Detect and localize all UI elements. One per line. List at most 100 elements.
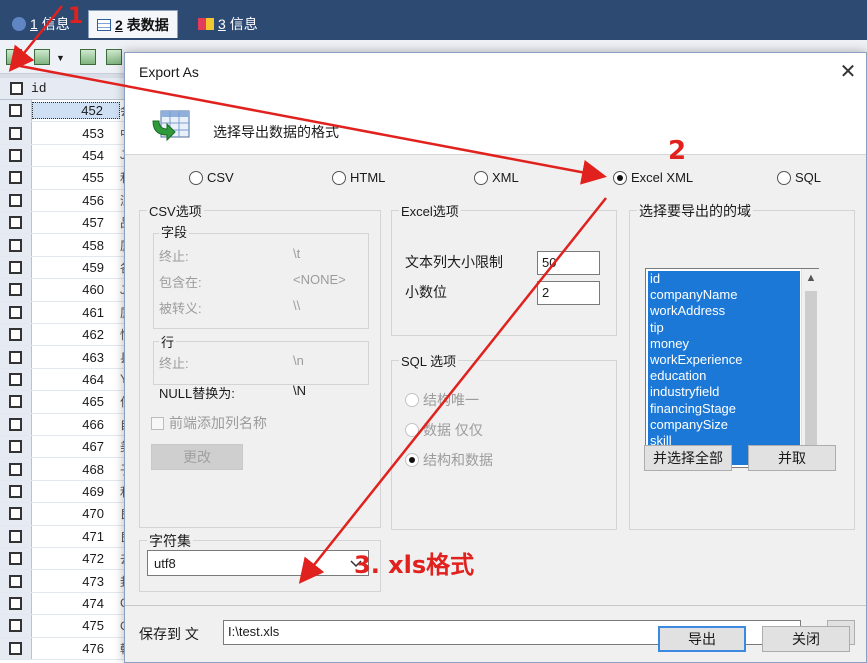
row-checkbox[interactable] (9, 372, 22, 386)
tab-info-3[interactable]: 3 信息 (190, 10, 266, 38)
field-item[interactable]: workExperience (650, 352, 743, 368)
select-all-checkbox[interactable] (10, 82, 23, 95)
row-header[interactable] (0, 144, 32, 167)
text-size-input[interactable]: 50 (537, 251, 600, 275)
cell-id[interactable]: 459 (32, 260, 120, 275)
table-row[interactable]: 454 J (0, 144, 130, 168)
radio-dot[interactable] (613, 170, 627, 185)
row-header[interactable] (0, 189, 32, 211)
row-header[interactable] (0, 615, 32, 637)
row-header[interactable] (0, 503, 32, 525)
change-button[interactable]: 更改 (151, 444, 243, 470)
dropdown-arrow-icon[interactable]: ▼ (56, 53, 65, 63)
close-button[interactable]: 关闭 (762, 626, 850, 652)
row-checkbox[interactable] (9, 283, 22, 297)
field-item[interactable]: industryfield (650, 384, 719, 400)
field-item[interactable]: workAddress (650, 303, 725, 319)
table-row[interactable]: 455和 (0, 167, 130, 190)
cell-id[interactable]: 473 (32, 574, 120, 589)
row-checkbox[interactable] (9, 171, 22, 185)
row-header[interactable] (0, 279, 32, 301)
cell-id[interactable]: 458 (32, 238, 120, 253)
table-row[interactable]: 475C (0, 615, 130, 638)
row-header[interactable] (0, 100, 32, 122)
table-row[interactable]: 461厦 (0, 301, 130, 324)
table-row[interactable]: 468子 (0, 458, 130, 481)
radio-dot[interactable] (474, 170, 488, 185)
cell-id[interactable]: 464 (32, 372, 120, 387)
radio-dot[interactable] (332, 170, 346, 185)
row-checkbox[interactable] (9, 126, 22, 140)
row-header[interactable] (0, 368, 32, 391)
format-radio-xml[interactable]: XML (474, 170, 519, 185)
table-row[interactable]: 463县 (0, 346, 130, 369)
column-header-id[interactable]: id (31, 81, 47, 96)
radio-dot[interactable] (405, 393, 419, 407)
field-item[interactable]: financingStage (650, 401, 736, 417)
refresh-icon[interactable] (106, 49, 122, 65)
cell-id[interactable]: 455 (32, 170, 120, 185)
row-checkbox[interactable] (9, 260, 22, 274)
field-item[interactable]: id (650, 271, 660, 287)
table-row[interactable]: 460 J (0, 279, 130, 302)
add-row-icon[interactable] (80, 49, 96, 65)
table-row[interactable]: 466自 (0, 413, 130, 436)
table-row[interactable]: 470良 (0, 503, 130, 526)
row-checkbox[interactable] (9, 148, 22, 162)
row-checkbox[interactable] (9, 641, 22, 655)
sql-radio-data-only[interactable]: 数据 仅仅 (405, 420, 483, 440)
row-checkbox[interactable] (9, 462, 22, 476)
cell-id[interactable]: 474 (32, 596, 120, 611)
row-checkbox[interactable] (9, 507, 22, 521)
table-row[interactable]: 456深 (0, 189, 130, 212)
table-row[interactable]: 473封 (0, 570, 130, 593)
cell-id[interactable]: 470 (32, 506, 120, 521)
row-checkbox[interactable] (9, 193, 22, 207)
row-checkbox[interactable] (9, 328, 22, 342)
cell-id[interactable]: 457 (32, 215, 120, 230)
import-grid-icon[interactable] (34, 49, 50, 65)
cell-id[interactable]: 462 (32, 327, 120, 342)
cell-id[interactable]: 463 (32, 350, 120, 365)
table-row[interactable]: 453中 (0, 122, 130, 145)
sql-radio-structure[interactable]: 结构唯一 (405, 390, 479, 410)
checkbox-box[interactable] (151, 416, 164, 430)
row-header[interactable] (0, 346, 32, 368)
table-row[interactable]: 474C (0, 592, 130, 616)
row-header[interactable] (0, 570, 32, 592)
cell-id[interactable]: 469 (32, 484, 120, 499)
select-all-button[interactable]: 并选择全部 (644, 445, 732, 471)
export-grid-icon[interactable] (6, 49, 22, 65)
table-row[interactable]: 462恬 (0, 324, 130, 347)
cell-id[interactable]: 472 (32, 551, 120, 566)
row-checkbox[interactable] (9, 305, 22, 319)
field-item[interactable]: money (650, 336, 689, 352)
row-checkbox[interactable] (9, 574, 22, 588)
table-row[interactable]: 452会 (0, 100, 130, 123)
tab-info-1[interactable]: 1 信息 (4, 10, 78, 38)
table-row[interactable]: 464Y (0, 368, 130, 392)
row-header[interactable] (0, 525, 32, 547)
field-item[interactable]: education (650, 368, 706, 384)
format-radio-html[interactable]: HTML (332, 170, 385, 185)
field-item[interactable]: companySize (650, 417, 728, 433)
cell-id[interactable]: 461 (32, 305, 120, 320)
format-radio-csv[interactable]: CSV (189, 170, 234, 185)
row-header[interactable] (0, 458, 32, 480)
field-item[interactable]: companyName (650, 287, 737, 303)
cell-id[interactable]: 467 (32, 439, 120, 454)
table-row[interactable]: 458厦 (0, 234, 130, 257)
row-header[interactable] (0, 301, 32, 323)
cell-id[interactable]: 475 (32, 618, 120, 633)
row-checkbox[interactable] (9, 596, 22, 610)
cell-id[interactable]: 456 (32, 193, 120, 208)
row-checkbox[interactable] (9, 350, 22, 364)
row-header[interactable] (0, 548, 32, 570)
cell-id[interactable]: 471 (32, 529, 120, 544)
cell-id[interactable]: 454 (32, 148, 120, 163)
tab-table-data[interactable]: 2 表数据 (88, 10, 178, 38)
cell-id[interactable]: 452 (32, 102, 120, 120)
row-checkbox[interactable] (9, 238, 22, 252)
row-checkbox[interactable] (9, 104, 22, 118)
row-header[interactable] (0, 212, 32, 234)
